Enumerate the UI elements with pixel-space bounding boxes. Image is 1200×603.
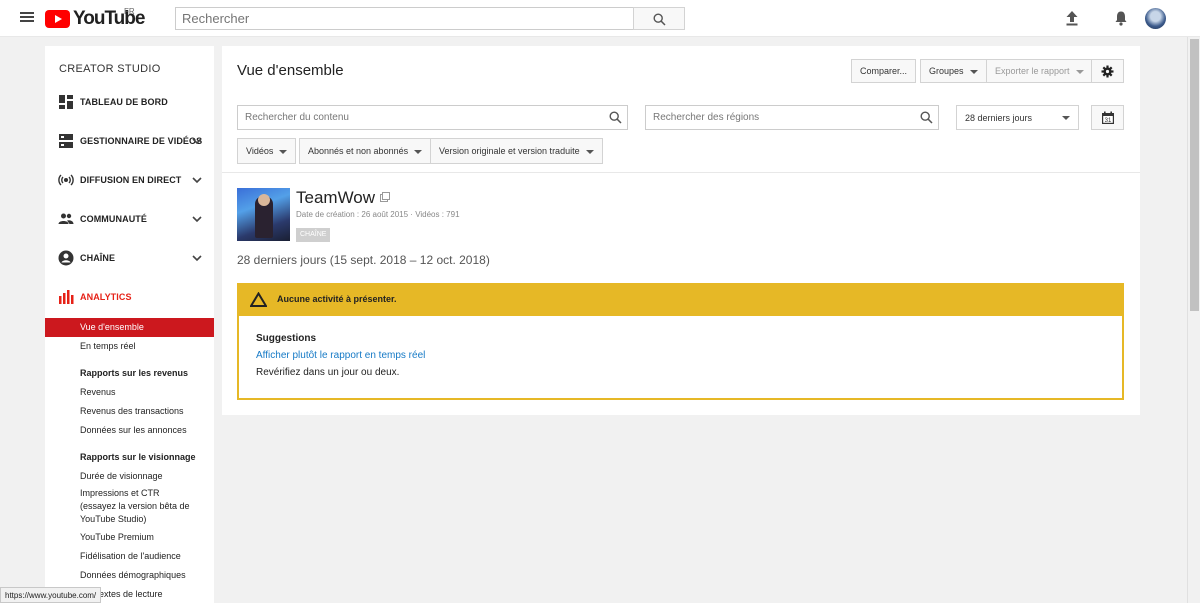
search-icon — [609, 111, 622, 124]
page-title: Vue d'ensemble — [237, 62, 344, 79]
sidebar-item-label: COMMUNAUTÉ — [80, 214, 147, 224]
chevron-down-icon[interactable] — [192, 176, 202, 184]
groups-label: Groupes — [929, 66, 964, 76]
channel-meta: Date de création : 26 août 2015 · Vidéos… — [296, 210, 460, 219]
thumbnail-head — [258, 194, 270, 206]
alert-title: Aucune activité à présenter. — [277, 294, 397, 304]
sidebar-item-live[interactable]: DIFFUSION EN DIRECT — [45, 170, 214, 192]
notifications-bell-icon[interactable] — [1112, 9, 1130, 27]
search-regions-input[interactable]: Rechercher des régions — [645, 105, 939, 130]
dropdown-caret-icon — [1075, 69, 1084, 74]
channel-thumbnail[interactable] — [237, 188, 290, 241]
search-regions-placeholder: Rechercher des régions — [653, 112, 760, 123]
groups-button[interactable]: Groupes — [920, 59, 987, 83]
realtime-report-link[interactable]: Afficher plutôt le rapport en temps réel — [256, 350, 425, 361]
sidebar-item-dashboard[interactable]: TABLEAU DE BORD — [45, 92, 214, 114]
account-avatar[interactable] — [1145, 8, 1166, 29]
sidebar-item-label: DIFFUSION EN DIRECT — [80, 175, 182, 185]
sidebar-item-channel[interactable]: CHAÎNE — [45, 248, 214, 270]
live-broadcast-icon — [58, 174, 74, 186]
warning-icon — [250, 292, 267, 307]
sidebar-item-video-manager[interactable]: GESTIONNAIRE DE VIDÉOS — [45, 131, 214, 153]
upload-icon[interactable] — [1063, 9, 1081, 27]
alert-note: Revérifiez dans un jour ou deux. — [256, 367, 400, 378]
dropdown-caret-icon — [969, 69, 978, 74]
community-icon — [58, 213, 74, 224]
filter-version-button[interactable]: Version originale et version traduite — [430, 138, 603, 164]
search-icon — [920, 111, 933, 124]
chevron-down-icon[interactable] — [192, 137, 202, 145]
sidebar-subitem-transactions[interactable]: Revenus des transactions — [45, 406, 214, 416]
filter-videos-label: Vidéos — [246, 146, 274, 156]
creator-studio-sidebar: CREATOR STUDIO TABLEAU DE BORD GESTIONNA… — [45, 46, 214, 603]
search-input[interactable] — [175, 7, 634, 30]
sidebar-subitem-impressions[interactable]: Impressions et CTR (essayez la version b… — [45, 487, 214, 526]
sidebar-item-label: CHAÎNE — [80, 253, 116, 263]
video-manager-icon — [59, 134, 73, 148]
scrollbar-thumb[interactable] — [1190, 39, 1199, 311]
section-divider — [222, 172, 1140, 173]
dropdown-caret-icon — [279, 149, 288, 154]
analytics-icon — [59, 290, 74, 304]
region-code: FR — [124, 7, 135, 16]
alert-suggestions-heading: Suggestions — [256, 333, 317, 344]
sidebar-item-label: ANALYTICS — [80, 292, 132, 302]
sidebar-item-label: TABLEAU DE BORD — [80, 97, 168, 107]
export-label: Exporter le rapport — [995, 66, 1070, 76]
calendar-icon: 31 — [1102, 111, 1114, 124]
filter-videos-button[interactable]: Vidéos — [237, 138, 297, 164]
calendar-button[interactable]: 31 — [1091, 105, 1124, 130]
chevron-down-icon[interactable] — [192, 254, 202, 262]
sidebar-subitem-revenue[interactable]: Revenus — [45, 387, 214, 397]
period-select[interactable]: 28 derniers jours — [956, 105, 1079, 130]
menu-icon[interactable] — [20, 12, 34, 23]
filter-version-label: Version originale et version traduite — [439, 146, 580, 156]
sidebar-item-analytics[interactable]: ANALYTICS — [45, 287, 214, 309]
search-icon — [653, 13, 666, 26]
sidebar-subitem-retention[interactable]: Fidélisation de l'audience — [45, 551, 214, 561]
channel-icon — [58, 250, 74, 266]
sidebar-subitem-realtime[interactable]: En temps réel — [45, 341, 214, 351]
top-header: YouTube FR — [0, 0, 1200, 37]
channel-badge: CHAÎNE — [296, 228, 331, 242]
external-link-icon[interactable] — [380, 192, 390, 202]
sidebar-subitem-overview[interactable]: Vue d'ensemble — [45, 318, 214, 337]
search-content-input[interactable]: Rechercher du contenu — [237, 105, 628, 130]
gear-icon — [1101, 65, 1114, 78]
sidebar-item-community[interactable]: COMMUNAUTÉ — [45, 209, 214, 231]
date-range-heading: 28 derniers jours (15 sept. 2018 – 12 oc… — [237, 253, 490, 267]
page-scrollbar[interactable] — [1187, 37, 1200, 603]
sidebar-title: CREATOR STUDIO — [59, 63, 161, 75]
analytics-overview-panel: Vue d'ensemble Comparer... Groupes Expor… — [222, 46, 1140, 415]
dropdown-caret-icon — [1062, 116, 1070, 120]
filter-subscribers-button[interactable]: Abonnés et non abonnés — [299, 138, 432, 164]
sidebar-subitem-ads[interactable]: Données sur les annonces — [45, 425, 214, 435]
search-button[interactable] — [633, 7, 685, 30]
dashboard-icon — [59, 95, 73, 109]
search-content-placeholder: Rechercher du contenu — [245, 112, 349, 123]
alert-header: Aucune activité à présenter. — [239, 285, 1122, 316]
youtube-play-icon — [45, 10, 70, 28]
browser-status-url: https://www.youtube.com/ — [0, 587, 102, 603]
sidebar-section-revenue: Rapports sur les revenus — [80, 368, 189, 378]
period-label: 28 derniers jours — [965, 112, 1033, 123]
calendar-day-number: 31 — [1105, 118, 1112, 124]
filter-subscribers-label: Abonnés et non abonnés — [308, 146, 409, 156]
no-activity-alert: Aucune activité à présenter. Suggestions… — [237, 283, 1124, 400]
sidebar-item-label: GESTIONNAIRE DE VIDÉOS — [80, 136, 203, 146]
sidebar-subitem-premium[interactable]: YouTube Premium — [45, 532, 214, 542]
chevron-down-icon[interactable] — [192, 215, 202, 223]
dropdown-caret-icon — [414, 149, 423, 154]
sidebar-subitem-demographics[interactable]: Données démographiques — [45, 570, 214, 580]
sidebar-section-watch: Rapports sur le visionnage — [80, 452, 196, 462]
settings-button[interactable] — [1091, 59, 1124, 83]
export-report-button[interactable]: Exporter le rapport — [986, 59, 1093, 83]
compare-button[interactable]: Comparer... — [851, 59, 917, 83]
channel-name[interactable]: TeamWow — [296, 188, 375, 208]
sidebar-subitem-watch-time[interactable]: Durée de visionnage — [45, 471, 214, 481]
dropdown-caret-icon — [585, 149, 594, 154]
